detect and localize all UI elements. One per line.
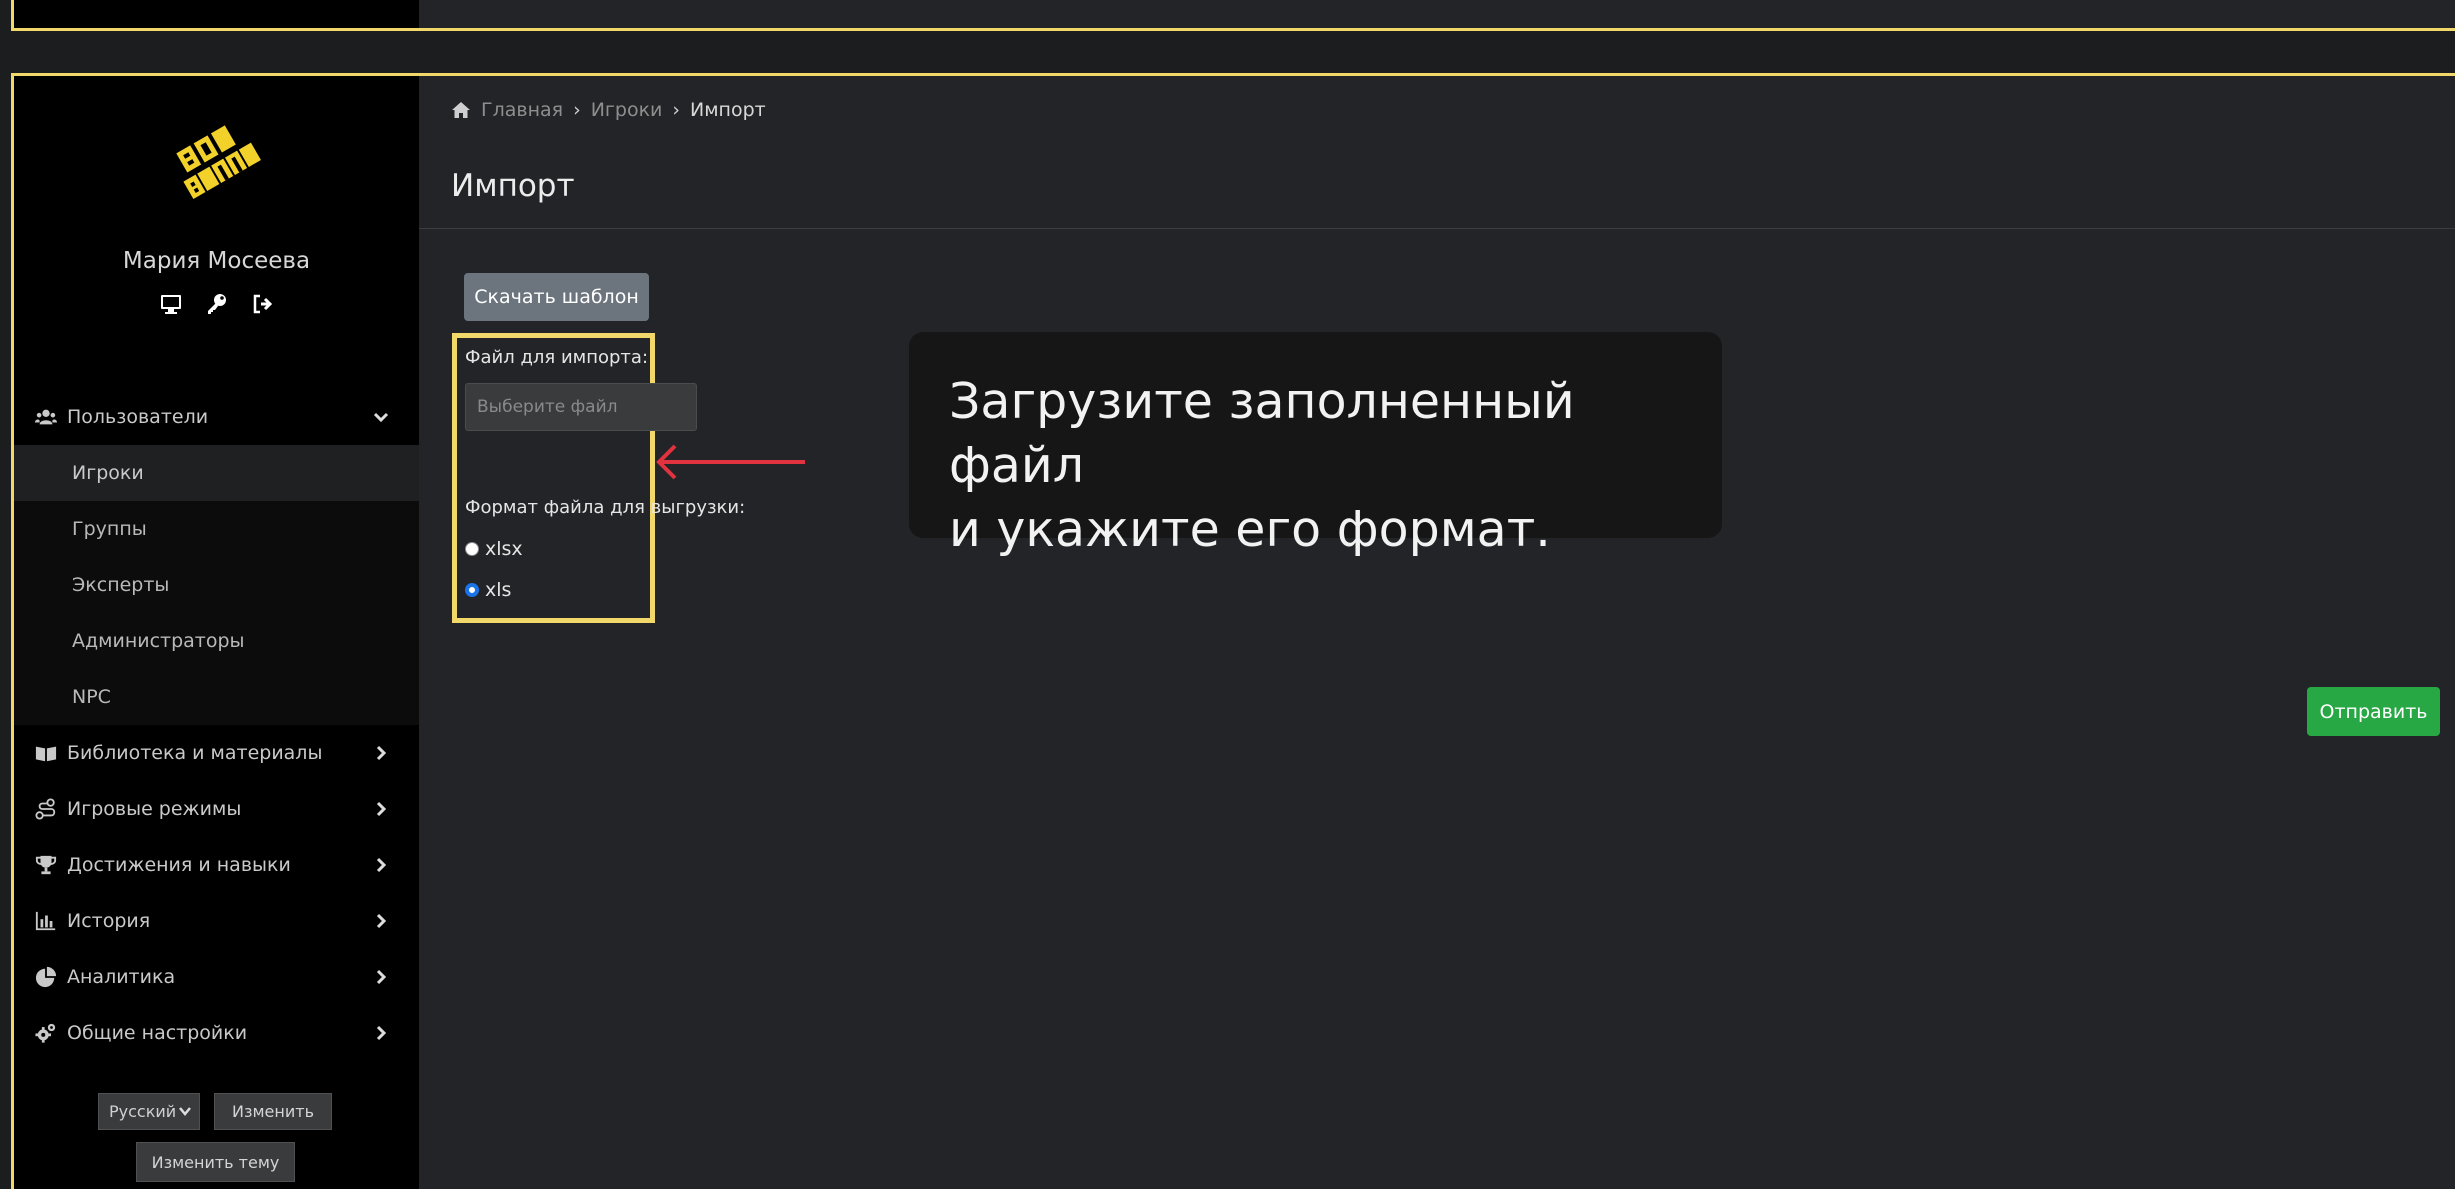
sidebar-subitem-players[interactable]: Игроки: [14, 445, 419, 501]
page-title: Импорт: [451, 168, 575, 204]
sign-out-icon[interactable]: [251, 292, 275, 316]
title-divider: [419, 228, 2455, 229]
chevron-right-icon: [376, 801, 387, 817]
sidebar-item-library[interactable]: Библиотека и материалы: [14, 725, 419, 781]
chart-icon: [35, 911, 56, 931]
book-icon: [35, 746, 57, 762]
breadcrumb-players[interactable]: Игроки: [591, 99, 663, 121]
sidebar-item-label: Общие настройки: [67, 1022, 248, 1044]
breadcrumb: Главная › Игроки › Импорт: [451, 99, 766, 121]
sidebar-item-label: Достижения и навыки: [67, 854, 291, 876]
sidebar-item-achievements[interactable]: Достижения и навыки: [14, 837, 419, 893]
box-battle-logo[interactable]: [174, 109, 274, 219]
file-import-label: Файл для импорта:: [465, 347, 649, 368]
sidebar-subitem-npc[interactable]: NPC: [14, 669, 419, 725]
language-value: Русский: [109, 1102, 177, 1121]
top-frame-strip: [11, 0, 2455, 31]
chevron-right-icon: [376, 745, 387, 761]
sidebar-subitem-admins[interactable]: Администраторы: [14, 613, 419, 669]
sidebar-item-game-modes[interactable]: Игровые режимы: [14, 781, 419, 837]
radio-xlsx-label: xlsx: [485, 538, 523, 560]
export-format-label: Формат файла для выгрузки:: [465, 497, 746, 518]
sidebar-item-label: Аналитика: [67, 966, 176, 988]
submit-button[interactable]: Отправить: [2307, 687, 2440, 736]
chevron-right-icon: [376, 1025, 387, 1041]
users-submenu: Игроки Группы Эксперты Администраторы NP…: [14, 445, 419, 725]
chevron-right-icon: [376, 969, 387, 985]
radio-xls-label: xls: [485, 579, 512, 601]
download-template-button[interactable]: Скачать шаблон: [464, 273, 649, 321]
top-strip-sidebar: [14, 0, 419, 28]
chevron-right-icon: [376, 913, 387, 929]
sidebar-item-label: Игровые режимы: [67, 798, 242, 820]
pie-icon: [35, 966, 57, 988]
chevron-down-icon: [373, 412, 389, 423]
app-frame: Мария Мосеева Пользователи Игроки Группы…: [11, 73, 2455, 1189]
users-icon: [35, 409, 57, 425]
sidebar-item-users[interactable]: Пользователи: [14, 389, 419, 445]
radio-xls[interactable]: [465, 583, 479, 597]
breadcrumb-current: Импорт: [690, 99, 766, 121]
breadcrumb-separator: ›: [672, 99, 681, 121]
trophy-icon: [35, 855, 57, 875]
radio-xlsx[interactable]: [465, 542, 479, 556]
sidebar: Мария Мосеева Пользователи Игроки Группы…: [14, 76, 419, 1189]
sidebar-item-settings[interactable]: Общие настройки: [14, 1005, 419, 1061]
change-theme-button[interactable]: Изменить тему: [136, 1142, 295, 1182]
sidebar-item-label: Библиотека и материалы: [67, 742, 323, 764]
callout-line-2: и укажите его формат.: [949, 501, 1551, 558]
gears-icon: [35, 1023, 56, 1043]
breadcrumb-home[interactable]: Главная: [481, 99, 563, 121]
change-language-button[interactable]: Изменить: [214, 1093, 332, 1130]
user-name: Мария Мосеева: [122, 248, 311, 274]
chevron-down-icon: [179, 1107, 191, 1116]
key-icon[interactable]: [205, 292, 229, 316]
route-icon: [35, 798, 56, 820]
chevron-right-icon: [376, 857, 387, 873]
callout-line-1: Загрузите заполненный файл: [949, 373, 1575, 494]
sidebar-subitem-groups[interactable]: Группы: [14, 501, 419, 557]
home-icon: [452, 102, 470, 118]
sidebar-item-history[interactable]: История: [14, 893, 419, 949]
sidebar-item-label: История: [67, 910, 151, 932]
sidebar-subitem-experts[interactable]: Эксперты: [14, 557, 419, 613]
file-input-placeholder: Выберите файл: [477, 397, 618, 417]
format-option-xls[interactable]: xls: [465, 579, 511, 601]
instruction-callout: Загрузите заполненный файл и укажите его…: [909, 332, 1722, 558]
sidebar-item-analytics[interactable]: Аналитика: [14, 949, 419, 1005]
main-content: Главная › Игроки › Импорт Импорт Скачать…: [419, 76, 2455, 1189]
pointer-arrow: [656, 444, 805, 480]
breadcrumb-separator: ›: [573, 99, 581, 121]
sidebar-item-label: Пользователи: [67, 406, 209, 428]
sidebar-menu: Пользователи Игроки Группы Эксперты Адми…: [14, 389, 419, 1061]
language-select[interactable]: Русский: [98, 1093, 200, 1130]
user-actions: [14, 292, 419, 316]
monitor-icon[interactable]: [159, 292, 183, 316]
format-option-xlsx[interactable]: xlsx: [465, 538, 523, 560]
file-input[interactable]: Выберите файл: [465, 383, 697, 431]
